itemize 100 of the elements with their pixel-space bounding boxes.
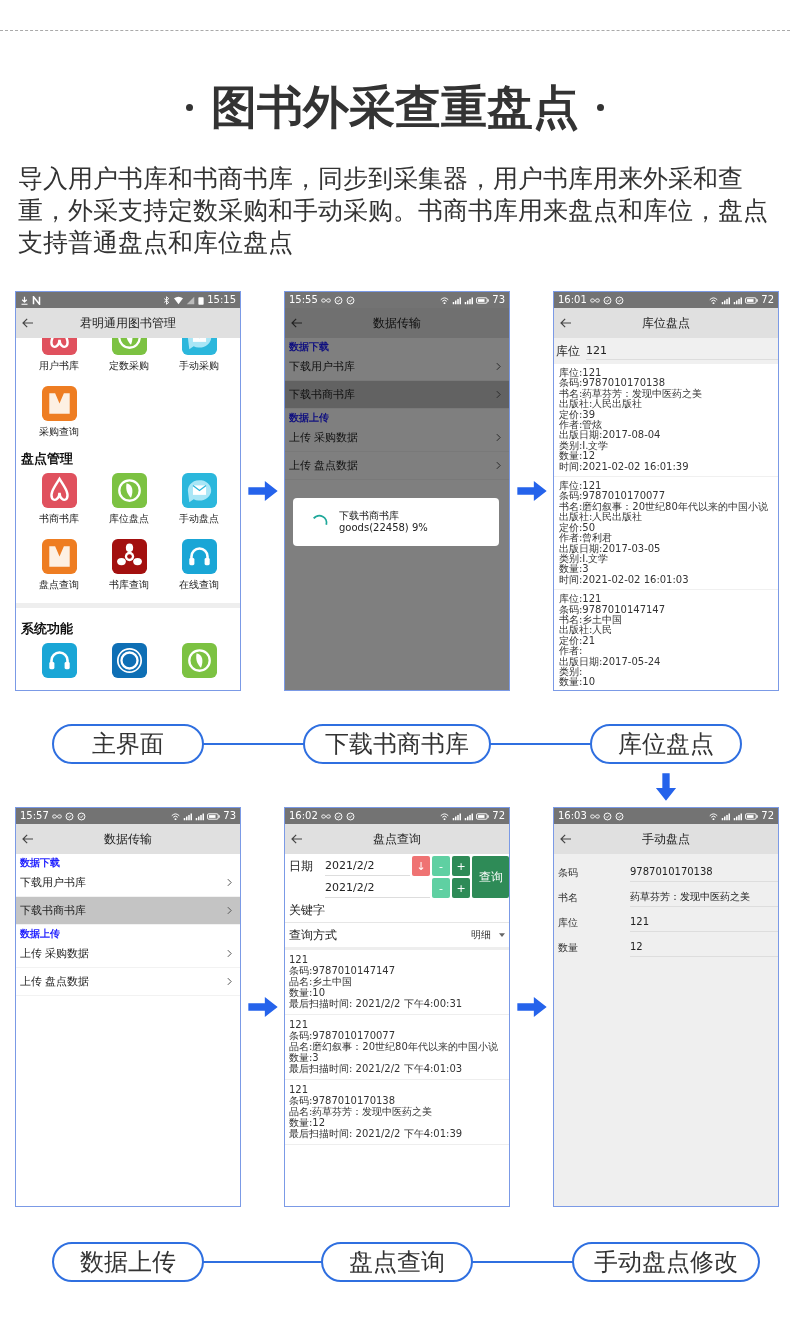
mail-icon[interactable]	[181, 473, 217, 508]
date-field[interactable]: 2021/2/2	[325, 878, 430, 898]
check-circle-icon	[333, 811, 343, 821]
chevron-icon	[496, 433, 501, 442]
status-time: 15:57	[20, 810, 49, 822]
infinity-icon	[320, 811, 331, 821]
signal-icon	[183, 811, 193, 821]
value-field[interactable]: 9787010170138	[630, 863, 778, 882]
record-line: 条码:9787010147147	[559, 604, 667, 615]
record-line: 最后扫描时间: 2021/2/2 下午4:00:31	[289, 998, 464, 1009]
menu-item[interactable]: 上传 盘点数据	[16, 968, 240, 996]
value-field[interactable]: 12	[630, 938, 778, 957]
infinity-icon	[51, 811, 62, 821]
infinity-icon	[589, 295, 600, 305]
globe-icon[interactable]	[111, 473, 147, 508]
back-icon[interactable]	[22, 834, 34, 844]
record-line: 类别:I.文学	[559, 553, 610, 565]
app-label: 用户书库	[39, 359, 79, 372]
signal-icon	[452, 295, 462, 305]
battery-percent: 72	[761, 294, 774, 306]
record-line: 最后扫描时间: 2021/2/2 下午4:01:39	[289, 1128, 464, 1139]
status-time: 16:01	[558, 294, 587, 306]
record-line: 条码:9787010170077	[559, 491, 667, 502]
wifi-icon	[709, 295, 719, 305]
app-label: 定数采购	[109, 359, 149, 372]
nfc-icon	[32, 295, 41, 305]
record-line: 品名:磨幻叙事：20世纪80年代以来的中国小说	[289, 1041, 499, 1052]
globe-icon[interactable]	[181, 643, 217, 678]
bullet-dot	[186, 103, 193, 111]
back-icon[interactable]	[291, 834, 303, 844]
step-label: 下载书商书库	[303, 724, 491, 764]
record-line: 条码:9787010170138	[559, 378, 667, 389]
record-line: 品名:药草芬芳：发现中医药之美	[289, 1106, 434, 1117]
record-line: 条码:9787010170077	[289, 1030, 397, 1041]
check-circle-icon	[76, 811, 86, 821]
step-label: 主界面	[52, 724, 204, 764]
back-icon[interactable]	[560, 834, 572, 844]
battery-icon	[198, 295, 205, 305]
method-dropdown[interactable]: 明细	[471, 928, 505, 942]
app-label: 盘点查询	[39, 578, 79, 591]
menu-item[interactable]: 上传 采购数据	[16, 940, 240, 968]
menu-item[interactable]: 上传 采购数据	[285, 424, 509, 452]
back-icon[interactable]	[560, 318, 572, 328]
chevron-icon	[496, 390, 501, 399]
app-label: 书商书库	[39, 512, 79, 525]
rings-icon[interactable]	[111, 643, 147, 678]
plus-button[interactable]: +	[452, 856, 470, 876]
back-icon[interactable]	[291, 318, 303, 328]
record-line: 出版社:人民	[559, 625, 613, 636]
wifi-icon	[174, 295, 184, 305]
headphones-icon[interactable]	[41, 643, 77, 678]
battery-percent: 73	[492, 294, 505, 306]
menu-item[interactable]: 下载书商书库	[16, 897, 240, 925]
down-arrow	[655, 773, 677, 801]
flow-arrow	[516, 480, 547, 502]
menu-item[interactable]: 上传 盘点数据	[285, 452, 509, 480]
check-circle-icon	[614, 811, 624, 821]
signal-icon	[721, 295, 731, 305]
check-circle-icon	[602, 295, 612, 305]
status-time: 15:15	[207, 294, 236, 306]
record-line: 书名:乡土中国	[559, 614, 623, 625]
progress-text: goods(22458) 9%	[339, 522, 428, 534]
chevron-icon	[227, 906, 232, 915]
group-heading: 数据上传	[288, 411, 330, 424]
signal-icon	[195, 811, 205, 821]
app-label: 手动盘点	[179, 512, 219, 525]
record-line: 库位:121	[559, 368, 602, 379]
location-field[interactable]: 121	[586, 342, 778, 360]
value-field[interactable]: 121	[630, 913, 778, 932]
value-field[interactable]: 药草芬芳：发现中医药之美	[630, 888, 778, 907]
battery-icon	[476, 295, 490, 305]
app-label: 在线查询	[179, 578, 219, 591]
check-circle-icon	[333, 295, 343, 305]
headphones-icon[interactable]	[181, 539, 217, 574]
battery-percent: 72	[761, 810, 774, 822]
flow-arrow	[516, 996, 547, 1018]
query-button[interactable]: 查询	[472, 856, 509, 898]
record-line: 出版社:人民出版社	[559, 512, 644, 523]
wifi-icon	[709, 811, 719, 821]
record-line: 条码:9787010170138	[289, 1095, 397, 1106]
app-label: 库位盘点	[109, 512, 149, 525]
battery-percent: 72	[492, 810, 505, 822]
flow-arrow	[247, 996, 278, 1018]
record-line: 作者:	[559, 646, 584, 657]
check-circle-icon	[602, 811, 612, 821]
step-label: 盘点查询	[321, 1242, 473, 1282]
record-line: 时间:2021-02-02 16:01:39	[559, 461, 690, 473]
propeller-icon[interactable]	[111, 539, 147, 574]
page-title: 图书外采查重盘点	[211, 79, 579, 135]
record-line: 数量:10	[559, 677, 597, 688]
battery-percent: 73	[223, 810, 236, 822]
battery-icon	[207, 811, 221, 821]
back-icon[interactable]	[22, 318, 34, 328]
bluetooth-icon	[162, 295, 172, 305]
chevron-icon	[227, 878, 232, 887]
record-line: 条码:9787010147147	[289, 965, 397, 976]
app-label: 手动采购	[179, 359, 219, 372]
date-field[interactable]: 2021/2/2	[325, 856, 410, 876]
field-label: 书名	[558, 890, 579, 905]
plus-button[interactable]: +	[452, 878, 470, 898]
